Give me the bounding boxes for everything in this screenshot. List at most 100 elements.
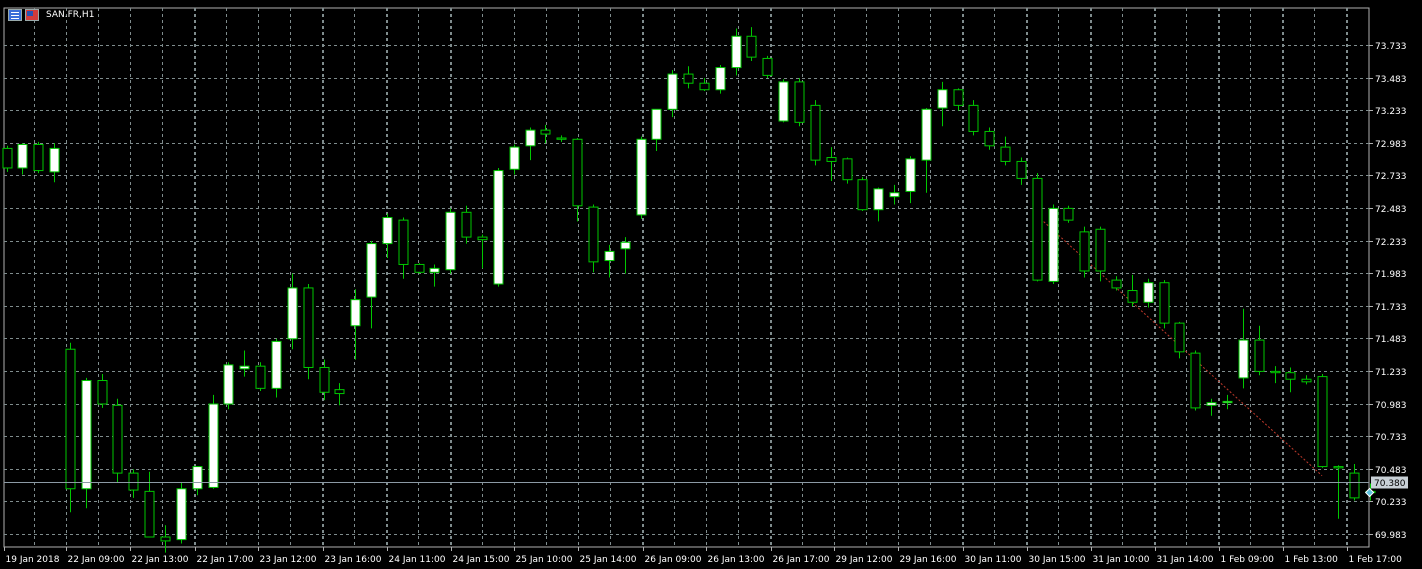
time-tick-label: 29 Jan 16:00 (900, 555, 957, 565)
candle (810, 100, 821, 166)
candle-body-bull (937, 89, 948, 109)
candle-body-bear (255, 365, 266, 389)
candle-body-bear (1032, 177, 1043, 281)
candle-body-bear (461, 211, 472, 238)
candle (1190, 350, 1201, 411)
candle-body-bear (1270, 370, 1281, 374)
candle-body-bull (49, 147, 60, 173)
candle-body-bear (319, 366, 330, 393)
candle-body-bull (604, 250, 615, 262)
time-tick-label: 26 Jan 17:00 (773, 555, 830, 565)
chart-title-bar: SAN.FR,H1 (8, 9, 94, 21)
candle-body-bear (1174, 322, 1185, 353)
candle-body-bull (1222, 400, 1233, 404)
candle-body-bull (176, 488, 187, 541)
candle-body-bull (445, 211, 456, 271)
candle (493, 167, 504, 287)
candle (81, 377, 92, 509)
time-tick-label: 26 Jan 09:00 (645, 555, 702, 565)
candle-body-bear (1254, 339, 1265, 372)
candle (255, 362, 266, 391)
candle-body-bear (588, 206, 599, 263)
candle-body-bear (144, 490, 155, 538)
price-tick-label: 72.233 (1375, 238, 1407, 248)
candle-body-bull (620, 241, 631, 250)
candle-body-bear (334, 389, 345, 395)
candle (968, 100, 979, 136)
price-tick-label: 72.733 (1375, 172, 1407, 182)
candle (208, 394, 219, 489)
price-tick-label: 70.233 (1375, 498, 1407, 508)
candle-body-bear (794, 81, 805, 123)
candle-body-bear (1333, 466, 1344, 469)
candle-body-bear (1063, 207, 1074, 221)
candle-body-bear (160, 536, 171, 542)
candle-body-bull (1206, 402, 1217, 406)
candle-body-bull (778, 81, 789, 122)
candle-body-bull (366, 243, 377, 298)
candle-body-bear (857, 179, 868, 211)
candle-body-bull (81, 380, 92, 490)
price-chart[interactable]: 70.380 73.733 73.483 73.233 72.983 72.733 72.… (0, 0, 1422, 569)
candle-body-bear (762, 57, 773, 76)
candle-body-bear (556, 137, 567, 140)
price-tick-label: 71.733 (1375, 303, 1407, 313)
chart-window-icon[interactable] (8, 9, 22, 21)
candle-body-bear (1095, 228, 1106, 272)
time-tick-label: 25 Jan 10:00 (516, 555, 573, 565)
candle-body-bull (636, 138, 647, 216)
price-tick-label: 73.733 (1375, 42, 1407, 52)
candle-body-bull (651, 108, 662, 140)
symbol-title: SAN.FR,H1 (46, 10, 95, 20)
candle-body-bull (667, 73, 678, 110)
candle (1317, 373, 1328, 468)
price-tick-label: 73.233 (1375, 107, 1407, 117)
candle-body-bear (33, 143, 44, 172)
time-tick-label: 22 Jan 17:00 (197, 555, 254, 565)
candle-body-bull (921, 108, 932, 161)
candle-body-bear (540, 129, 551, 135)
candle (588, 204, 599, 273)
candle (1079, 226, 1090, 278)
candle (303, 284, 314, 380)
candle-body-bear (1159, 282, 1170, 324)
candle-body-bear (1079, 231, 1090, 272)
price-tick-label: 72.483 (1375, 205, 1407, 215)
candle (1032, 173, 1043, 282)
candle-body-bear (65, 348, 76, 490)
candle (1159, 280, 1170, 329)
time-tick-label: 30 Jan 11:00 (965, 555, 1022, 565)
candle-body-bull (287, 287, 298, 340)
candle (33, 141, 44, 174)
candle-body-bear (746, 35, 757, 58)
candle-body-bear (984, 130, 995, 147)
candle-body-bear (303, 287, 314, 368)
candle-body-bull (889, 192, 900, 198)
candle-body-bull (208, 403, 219, 488)
candle (414, 263, 425, 274)
candle-body-bull (1048, 207, 1059, 282)
candle-body-bear (683, 73, 694, 84)
time-tick-label: 1 Feb 17:00 (1349, 555, 1403, 565)
candle (778, 79, 789, 123)
time-tick-label: 24 Jan 15:00 (453, 555, 510, 565)
candle-body-bear (968, 104, 979, 132)
price-tick-label: 70.483 (1375, 466, 1407, 476)
candle-body-bull (17, 143, 28, 169)
candle-body-bull (350, 299, 361, 327)
candle-body-bear (97, 380, 108, 405)
price-tick-label: 70.733 (1375, 433, 1407, 443)
candle-body-bull (1143, 282, 1154, 303)
candle-body-bull (905, 158, 916, 192)
candle-body-bear (1190, 352, 1201, 409)
candle-body-bull (493, 170, 504, 285)
candle-body-bear (128, 472, 139, 491)
candle-body-bull (382, 217, 393, 245)
candle (857, 177, 868, 211)
candle (762, 55, 773, 78)
candle-body-bull (509, 146, 520, 170)
price-tick-label: 70.983 (1375, 401, 1407, 411)
time-tick-label: 19 Jan 2018 (6, 555, 60, 565)
candle-body-bull (192, 466, 203, 490)
time-tick-label: 1 Feb 09:00 (1221, 555, 1275, 565)
